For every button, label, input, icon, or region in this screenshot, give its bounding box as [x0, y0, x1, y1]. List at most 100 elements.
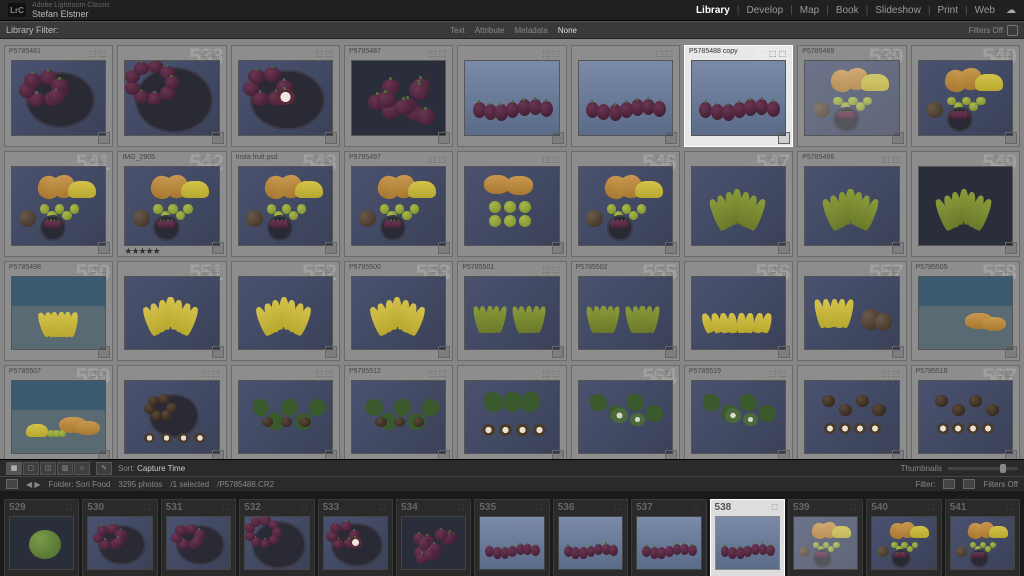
grid-cell[interactable]: P5785497⬚ ⬚ — [344, 151, 453, 257]
thumbnail[interactable] — [351, 380, 446, 454]
grid-cell[interactable]: P5785481⬚ ⬚ — [4, 45, 113, 147]
thumbnail[interactable] — [351, 276, 446, 350]
thumbnail[interactable] — [464, 60, 559, 136]
module-develop[interactable]: Develop — [741, 3, 788, 18]
second-window-button[interactable] — [6, 479, 18, 489]
loupe-view-button[interactable]: ▢ — [23, 462, 39, 475]
filmstrip-thumbnail[interactable] — [871, 516, 936, 570]
grid-cell[interactable]: ⬚ ⬚ — [231, 365, 340, 459]
filter-tab-none[interactable]: None — [558, 26, 577, 35]
grid-cell[interactable]: 564⬚ ⬚ — [571, 365, 680, 459]
thumbnail[interactable] — [238, 276, 333, 350]
thumbnail[interactable] — [804, 60, 899, 136]
grid-cell[interactable]: ⬚ ⬚ — [457, 45, 566, 147]
filmstrip-thumbnail[interactable] — [244, 516, 309, 570]
thumbnail[interactable] — [238, 60, 333, 136]
thumbnail[interactable] — [124, 276, 219, 350]
grid-cell[interactable]: 541⬚ ⬚ — [4, 151, 113, 257]
thumbnail[interactable] — [804, 276, 899, 350]
filter-tab-text[interactable]: Text — [450, 26, 465, 35]
filmstrip-cell[interactable]: 536⬚ — [553, 499, 628, 576]
thumbnail[interactable] — [351, 166, 446, 246]
filmstrip-cell[interactable]: 532⬚ — [239, 499, 314, 576]
module-print[interactable]: Print — [932, 3, 963, 18]
filmstrip-cell[interactable]: 538⬚ — [710, 499, 785, 576]
thumbnail[interactable] — [691, 166, 786, 246]
filmstrip-thumbnail[interactable] — [715, 516, 780, 570]
filmstrip-cell[interactable]: 535⬚ — [474, 499, 549, 576]
people-view-button[interactable]: ☺ — [74, 462, 90, 475]
grid-cell[interactable]: P5785487⬚ ⬚ — [344, 45, 453, 147]
filmstrip-cell[interactable]: 531⬚ — [161, 499, 236, 576]
filmstrip-cell[interactable]: 537⬚ — [631, 499, 706, 576]
filmstrip-thumbnail[interactable] — [9, 516, 74, 570]
thumbnail[interactable] — [918, 380, 1013, 454]
thumbnail[interactable] — [918, 166, 1013, 246]
thumbnail[interactable] — [918, 60, 1013, 136]
compare-view-button[interactable]: ◫ — [40, 462, 56, 475]
grid-cell[interactable]: ⬚ ⬚ — [117, 365, 226, 459]
cloud-sync-icon[interactable]: ☁ — [1006, 5, 1016, 16]
thumbnail[interactable] — [464, 166, 559, 246]
thumbnail[interactable] — [124, 380, 219, 454]
grid-cell[interactable]: 547⬚ ⬚ — [684, 151, 793, 257]
survey-view-button[interactable]: ▥ — [57, 462, 73, 475]
grid-cell[interactable]: 559P5785507⬚ ⬚ — [4, 365, 113, 459]
grid-cell[interactable]: ⬚ ⬚ — [571, 45, 680, 147]
filmstrip-thumbnail[interactable] — [558, 516, 623, 570]
rating-stars[interactable]: ★★★★★ — [124, 246, 159, 257]
grid-cell[interactable]: 556⬚ ⬚ — [684, 261, 793, 361]
thumbnail[interactable] — [918, 276, 1013, 350]
grid-cell[interactable]: 567P5785518⬚ ⬚ — [911, 365, 1020, 459]
thumbnail[interactable] — [351, 60, 446, 136]
module-book[interactable]: Book — [831, 3, 864, 18]
grid-cell[interactable]: 557⬚ ⬚ — [797, 261, 906, 361]
module-slideshow[interactable]: Slideshow — [870, 3, 926, 18]
grid-cell[interactable]: P5785496⬚ ⬚ — [797, 151, 906, 257]
filmstrip[interactable]: 529⬚530⬚531⬚532⬚533⬚534⬚535⬚536⬚537⬚538⬚… — [0, 491, 1024, 576]
flag-pick-filter[interactable] — [943, 479, 955, 489]
grid-cell[interactable]: 552⬚ ⬚ — [231, 261, 340, 361]
flag-reject-filter[interactable] — [963, 479, 975, 489]
grid-cell[interactable]: P5785519⬚ ⬚ — [684, 365, 793, 459]
thumbnail[interactable] — [11, 380, 106, 454]
grid-cell[interactable]: 538P5785488 copy⬚ ⬚ — [684, 45, 793, 147]
grid-cell[interactable]: ⬚ ⬚ — [457, 365, 566, 459]
grid-cell[interactable]: 550P5785498⬚ ⬚ — [4, 261, 113, 361]
grid-cell[interactable]: ⬚ ⬚ — [231, 45, 340, 147]
grid-cell[interactable]: 533⬚ ⬚ — [117, 45, 226, 147]
module-map[interactable]: Map — [795, 3, 824, 18]
filmstrip-thumbnail[interactable] — [323, 516, 388, 570]
module-web[interactable]: Web — [970, 3, 1000, 18]
thumbnail[interactable] — [578, 166, 673, 246]
grid-cell[interactable]: 539P5785489⬚ ⬚ — [797, 45, 906, 147]
thumbnail[interactable] — [691, 60, 786, 136]
grid-cell[interactable]: 549⬚ ⬚ — [911, 151, 1020, 257]
grid-cell[interactable]: 558P5785505⬚ ⬚ — [911, 261, 1020, 361]
filmstrip-thumbnail[interactable] — [793, 516, 858, 570]
grid-cell[interactable]: 542IMG_2905⬚ ⬚★★★★★ — [117, 151, 226, 257]
module-library[interactable]: Library — [691, 3, 735, 18]
filmstrip-thumbnail[interactable] — [950, 516, 1015, 570]
thumbnail[interactable] — [11, 60, 106, 136]
grid-cell[interactable]: 551⬚ ⬚ — [117, 261, 226, 361]
folder-path[interactable]: Folder: Sori Food — [49, 480, 111, 489]
filmstrip-thumbnail[interactable] — [479, 516, 544, 570]
thumbnail[interactable] — [691, 276, 786, 350]
thumbnail[interactable] — [11, 166, 106, 246]
thumbnail[interactable] — [124, 166, 219, 246]
thumbnail[interactable] — [578, 380, 673, 454]
thumbnail[interactable] — [578, 60, 673, 136]
grid-cell[interactable]: P5785512⬚ ⬚ — [344, 365, 453, 459]
grid-cell[interactable]: ⬚ ⬚ — [457, 151, 566, 257]
grid-view-button[interactable]: ▦ — [6, 462, 22, 475]
filmstrip-thumbnail[interactable] — [401, 516, 466, 570]
filmstrip-thumbnail[interactable] — [87, 516, 152, 570]
thumbnail-grid[interactable]: P5785481⬚ ⬚533⬚ ⬚⬚ ⬚P5785487⬚ ⬚⬚ ⬚⬚ ⬚538… — [0, 39, 1024, 459]
filmstrip-cell[interactable]: 540⬚ — [866, 499, 941, 576]
filter-preset[interactable]: Filters Off — [968, 25, 1018, 36]
thumbnail[interactable] — [691, 380, 786, 454]
filter-preset-2[interactable]: Filters Off — [983, 480, 1018, 489]
thumbnail[interactable] — [238, 380, 333, 454]
thumbnail[interactable] — [578, 276, 673, 350]
